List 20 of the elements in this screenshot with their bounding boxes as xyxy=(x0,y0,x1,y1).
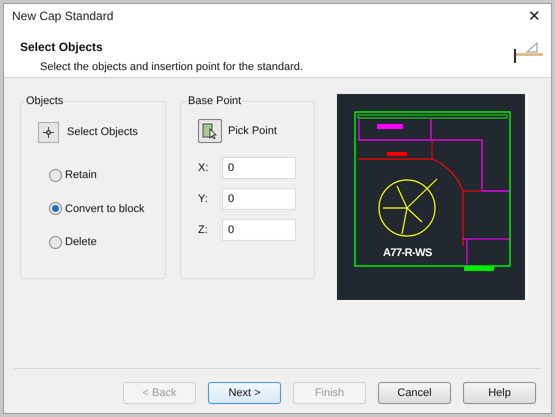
dialog-button[interactable]: Next > xyxy=(208,382,281,404)
coordinate-field[interactable]: 0 xyxy=(222,219,296,241)
radio-label: Delete xyxy=(65,235,97,250)
dialog-button[interactable]: Help xyxy=(463,382,536,404)
coordinate-field[interactable]: 0 xyxy=(222,188,296,210)
group-title: Objects xyxy=(25,94,64,108)
radio-label: Retain xyxy=(65,168,97,183)
pick-point-label: Pick Point xyxy=(228,124,277,139)
select-objects-label: Select Objects xyxy=(67,125,138,140)
radio-label: Convert to block xyxy=(65,202,144,216)
window-title: New Cap Standard xyxy=(12,8,114,25)
page-description: Select the objects and insertion point for the standard. xyxy=(39,60,303,75)
coordinate-field[interactable]: 0 xyxy=(222,157,296,179)
page-heading: Select Objects xyxy=(20,39,104,56)
coordinate-label: Y: xyxy=(198,192,209,207)
block-name-label: A77-R-WS xyxy=(383,247,432,259)
coordinate-label: X: xyxy=(198,160,210,176)
close-button[interactable]: ✕ xyxy=(524,8,545,24)
coordinate-label: Z: xyxy=(198,222,209,238)
dialog-button[interactable]: Cancel xyxy=(378,382,451,404)
